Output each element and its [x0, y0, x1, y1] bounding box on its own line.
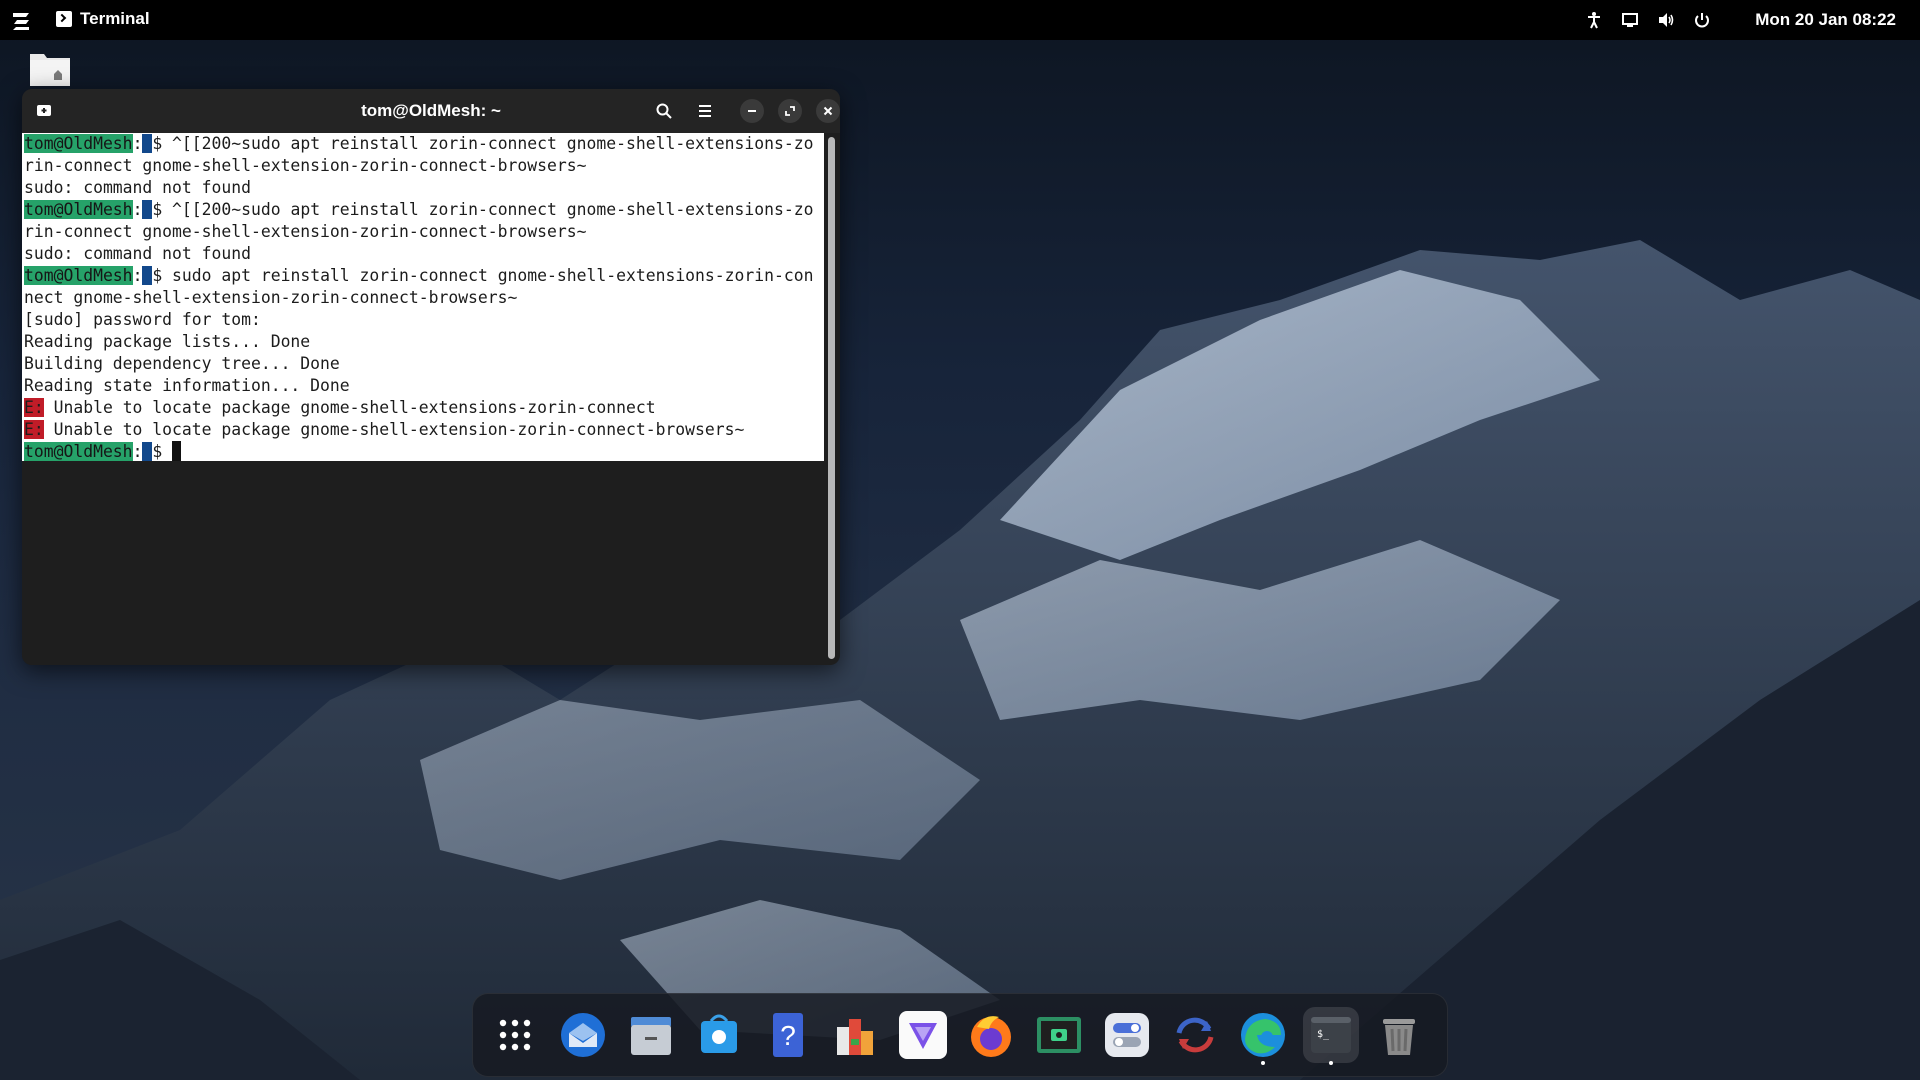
edge-browser-icon	[1241, 1013, 1285, 1057]
prompt-user-host: tom@OldMesh	[24, 134, 133, 153]
command-text: $ ^[[200~sudo apt reinstall zorin-connec…	[152, 134, 814, 153]
dock-item-thunderbird[interactable]	[555, 1007, 611, 1063]
prompt-path	[142, 266, 153, 285]
dock-item-office[interactable]	[827, 1007, 883, 1063]
search-icon	[656, 103, 672, 119]
error-line: E: Unable to locate package gnome-shell-…	[24, 397, 656, 419]
terminal-app-icon	[56, 11, 72, 27]
prompt-path	[142, 442, 153, 461]
prompt-colon: :	[132, 442, 143, 461]
minimize-icon	[748, 110, 756, 112]
office-icon	[837, 1019, 873, 1055]
trash-icon	[1383, 1019, 1415, 1055]
power-icon[interactable]	[1693, 11, 1711, 29]
dock-item-edge-browser[interactable]	[1235, 1007, 1291, 1065]
output-line: sudo: command not found	[24, 244, 251, 263]
output-line: Building dependency tree... Done	[24, 354, 340, 373]
svg-text:$_: $_	[1317, 1029, 1330, 1040]
home-folder-icon[interactable]	[28, 50, 72, 88]
top-bar: Terminal Mon 20 Jan 08:22	[0, 0, 1920, 40]
command-text: $	[152, 442, 173, 461]
prompt-path	[142, 200, 153, 219]
dock-item-app-grid[interactable]	[487, 1007, 543, 1063]
hamburger-menu-icon	[699, 105, 711, 117]
running-indicator	[1261, 1061, 1265, 1065]
help-icon: ?	[773, 1013, 803, 1057]
prompt-user-host: tom@OldMesh	[24, 266, 133, 285]
window-title: tom@OldMesh: ~	[361, 101, 501, 120]
sync-icon	[1176, 1017, 1214, 1053]
dock-item-proton-vpn[interactable]	[895, 1007, 951, 1063]
error-message: Unable to locate package gnome-shell-ext…	[43, 420, 745, 439]
prompt-line: tom@OldMesh: $	[24, 441, 182, 463]
prompt-line: tom@OldMesh: $ ^[[200~sudo apt reinstall…	[24, 133, 813, 155]
prompt-line: tom@OldMesh: $ sudo apt reinstall zorin-…	[24, 265, 813, 287]
files-icon	[631, 1017, 671, 1055]
prompt-colon: :	[132, 200, 143, 219]
dock-item-firefox[interactable]	[963, 1007, 1019, 1063]
maximize-icon	[785, 106, 795, 116]
accessibility-icon[interactable]	[1585, 11, 1603, 29]
command-text: $ ^[[200~sudo apt reinstall zorin-connec…	[152, 200, 814, 219]
thunderbird-icon	[561, 1013, 605, 1057]
app-grid-icon	[499, 1019, 531, 1051]
active-app-menu[interactable]: Terminal	[56, 9, 150, 29]
terminal-scrollbar[interactable]	[828, 137, 835, 659]
output-line: rin-connect gnome-shell-extension-zorin-…	[24, 222, 587, 241]
text-cursor	[172, 441, 182, 461]
dock-item-screenshot[interactable]	[1031, 1007, 1087, 1063]
software-store-icon	[701, 1014, 737, 1053]
prompt-colon: :	[132, 134, 143, 153]
zorin-menu-icon[interactable]	[10, 9, 32, 31]
output-line: Reading package lists... Done	[24, 332, 311, 351]
firefox-icon	[971, 1016, 1011, 1057]
screenshot-icon	[1037, 1017, 1081, 1053]
active-app-name: Terminal	[80, 9, 150, 28]
dock-item-software-store[interactable]	[691, 1007, 747, 1063]
dock-item-help[interactable]: ?	[759, 1007, 815, 1063]
minimize-button[interactable]	[740, 99, 764, 123]
command-text: $ sudo apt reinstall zorin-connect gnome…	[152, 266, 814, 285]
close-button[interactable]	[816, 99, 840, 123]
running-indicator	[1329, 1061, 1333, 1065]
output-line: nect gnome-shell-extension-zorin-connect…	[24, 288, 518, 307]
error-tag: E:	[24, 420, 44, 439]
svg-text:?: ?	[780, 1020, 796, 1051]
menu-button[interactable]	[693, 99, 717, 123]
terminal-window[interactable]: tom@OldMesh: ~ tom@OldMesh: $ ^[[200~sud…	[22, 89, 840, 665]
dock-item-sync[interactable]	[1167, 1007, 1223, 1063]
prompt-user-host: tom@OldMesh	[24, 200, 133, 219]
output-line: Reading state information... Done	[24, 376, 350, 395]
error-line: E: Unable to locate package gnome-shell-…	[24, 419, 744, 441]
system-tray[interactable]: Mon 20 Jan 08:22	[1585, 0, 1896, 40]
terminal-header-bar[interactable]: tom@OldMesh: ~	[22, 89, 840, 133]
clock[interactable]: Mon 20 Jan 08:22	[1755, 10, 1896, 30]
error-message: Unable to locate package gnome-shell-ext…	[43, 398, 656, 417]
error-tag: E:	[24, 398, 44, 417]
maximize-button[interactable]	[778, 99, 802, 123]
dock-item-files[interactable]	[623, 1007, 679, 1063]
proton-vpn-icon	[899, 1011, 947, 1059]
dock-item-trash[interactable]	[1371, 1007, 1427, 1063]
prompt-colon: :	[132, 266, 143, 285]
terminal-output[interactable]: tom@OldMesh: $ ^[[200~sudo apt reinstall…	[22, 133, 824, 461]
dock-item-settings-toggle[interactable]	[1099, 1007, 1155, 1063]
search-button[interactable]	[652, 99, 676, 123]
output-line: rin-connect gnome-shell-extension-zorin-…	[24, 156, 587, 175]
prompt-user-host: tom@OldMesh	[24, 442, 133, 461]
dock-item-terminal[interactable]: $_	[1303, 1007, 1359, 1065]
prompt-line: tom@OldMesh: $ ^[[200~sudo apt reinstall…	[24, 199, 813, 221]
terminal-icon: $_	[1311, 1017, 1351, 1053]
output-line: sudo: command not found	[24, 178, 251, 197]
terminal-body[interactable]: tom@OldMesh: $ ^[[200~sudo apt reinstall…	[22, 133, 826, 665]
dock: ? $_	[472, 993, 1448, 1077]
display-icon[interactable]	[1621, 11, 1639, 29]
volume-icon[interactable]	[1657, 11, 1675, 29]
output-line: [sudo] password for tom:	[24, 310, 261, 329]
prompt-path	[142, 134, 153, 153]
close-icon	[823, 106, 833, 116]
settings-toggle-icon	[1105, 1013, 1149, 1057]
